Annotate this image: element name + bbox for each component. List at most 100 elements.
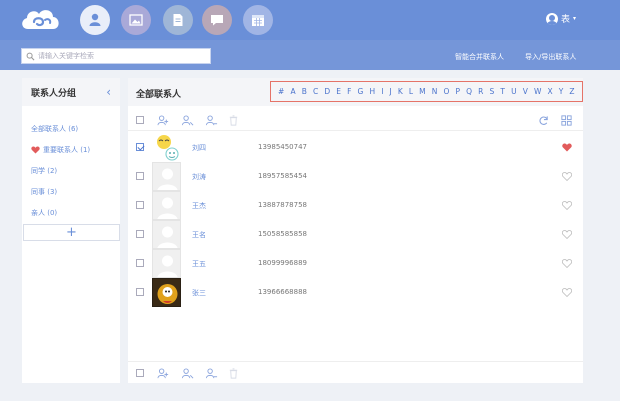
row-checkbox[interactable] [136,230,144,238]
calendar-icon [252,15,264,26]
group-item-classmates[interactable]: 同学 (2) [22,160,120,181]
collapse-sidebar-icon[interactable]: ‹ [106,85,111,99]
favorite-heart-icon[interactable] [562,143,572,152]
alphabet-letter-f[interactable]: F [347,87,351,96]
alphabet-letter-i[interactable]: I [381,87,383,96]
nav-calendar-button[interactable] [243,5,273,35]
user-move-icon [205,114,217,125]
alphabet-letter-e[interactable]: E [336,87,341,96]
default-avatar-icon [157,255,178,277]
alphabet-letter-t[interactable]: T [500,87,505,96]
contact-name[interactable]: 刘涛 [192,172,206,182]
alphabet-letter-u[interactable]: U [511,87,517,96]
edit-contact-button[interactable] [180,113,194,127]
group-item-important[interactable]: 重要联系人 (1) [22,139,120,160]
move-contact-button-bottom[interactable] [204,366,218,380]
alphabet-letter-m[interactable]: M [419,87,425,96]
alphabet-letter-l[interactable]: L [409,87,413,96]
alphabet-letter-d[interactable]: D [324,87,330,96]
contact-row[interactable]: 王五 18099996889 [128,249,583,278]
contacts-title: 全部联系人 [136,90,182,100]
favorite-heart-outline-icon[interactable] [562,201,572,210]
nav-documents-button[interactable] [163,5,193,35]
refresh-icon [538,115,548,125]
delete-contact-button[interactable] [226,113,240,127]
smart-merge-link[interactable]: 智能合并联系人 [455,52,504,62]
alphabet-letter-y[interactable]: Y [559,87,564,96]
contact-phone: 13887878758 [258,201,307,209]
row-checkbox[interactable] [136,259,144,267]
alphabet-letter-j[interactable]: J [390,87,392,96]
alphabet-letter-s[interactable]: S [490,87,495,96]
alphabet-letter-g[interactable]: G [358,87,364,96]
nav-contacts-button[interactable] [80,5,110,35]
favorite-heart-outline-icon[interactable] [562,230,572,239]
select-all-checkbox[interactable] [136,116,144,124]
group-label: 同事 (3) [31,187,58,196]
select-all-checkbox-bottom[interactable] [136,369,144,377]
contact-phone: 13966668888 [258,288,307,296]
avatar [152,278,181,307]
alphabet-letter-k[interactable]: K [398,87,403,96]
contact-row[interactable]: 刘四 13985450747 [128,133,583,162]
contact-phone: 18957585454 [258,172,307,180]
alphabet-letter-h[interactable]: H [369,87,375,96]
contact-row[interactable]: 王杰 13887878758 [128,191,583,220]
group-item-colleagues[interactable]: 同事 (3) [22,181,120,202]
grid-view-button[interactable] [559,113,573,127]
contacts-icon [89,13,101,26]
user-menu[interactable]: 表 ▾ [545,12,576,25]
import-export-link[interactable]: 导入/导出联系人 [525,52,576,62]
contact-name[interactable]: 王名 [192,230,206,240]
emoji-avatar-icon [157,135,179,161]
contact-groups-sidebar: 联系人分组 ‹ 全部联系人 (6) 重要联系人 (1) 同学 (2) 同事 (3… [22,78,120,383]
delete-contact-button-bottom[interactable] [226,366,240,380]
trash-icon [229,114,237,126]
contact-row[interactable]: 刘涛 18957585454 [128,162,583,191]
contact-name[interactable]: 王杰 [192,201,206,211]
refresh-button[interactable] [536,113,550,127]
move-contact-button[interactable] [204,113,218,127]
contact-phone: 15058585858 [258,230,307,238]
row-checkbox[interactable] [136,201,144,209]
add-user-icon [156,114,168,125]
favorite-heart-outline-icon[interactable] [562,172,572,181]
group-item-family[interactable]: 亲人 (0) [22,202,120,223]
contact-name[interactable]: 张三 [192,288,206,298]
nav-photos-button[interactable] [121,5,151,35]
contact-row[interactable]: 张三 13966668888 [128,278,583,307]
contact-name[interactable]: 刘四 [192,143,206,153]
alphabet-letter-q[interactable]: Q [466,87,472,96]
favorite-heart-outline-icon[interactable] [562,259,572,268]
sub-bar: 智能合并联系人 导入/导出联系人 [0,40,620,70]
add-group-button[interactable]: + [23,224,120,241]
alphabet-letter-r[interactable]: R [478,87,483,96]
default-avatar-icon [157,168,178,190]
edit-contact-button-bottom[interactable] [180,366,194,380]
search-box [21,48,211,64]
alphabet-letter-c[interactable]: C [313,87,318,96]
alphabet-letter-w[interactable]: W [534,87,541,96]
alphabet-filter: # A B C D E F G H I J K L M N O P Q R S T U V W X Y Z [270,81,583,102]
add-contact-button[interactable] [156,113,170,127]
chevron-down-icon: ▾ [572,15,576,22]
add-contact-button-bottom[interactable] [156,366,170,380]
alphabet-letter-x[interactable]: X [547,87,552,96]
group-item-all[interactable]: 全部联系人 (6) [22,118,120,139]
alphabet-letter-o[interactable]: O [444,87,450,96]
alphabet-letter-v[interactable]: V [523,87,528,96]
contact-row[interactable]: 王名 15058585858 [128,220,583,249]
search-input[interactable] [38,52,208,60]
row-checkbox[interactable] [136,288,144,296]
alphabet-letter-z[interactable]: Z [569,87,574,96]
alphabet-letter-b[interactable]: B [302,87,307,96]
nav-messages-button[interactable] [202,5,232,35]
alphabet-letter-p[interactable]: P [456,87,461,96]
row-checkbox[interactable] [136,172,144,180]
contact-name[interactable]: 王五 [192,259,206,269]
alphabet-letter-a[interactable]: A [290,87,295,96]
favorite-heart-outline-icon[interactable] [562,288,572,297]
alphabet-letter-n[interactable]: N [432,87,438,96]
alphabet-letter-hash[interactable]: # [278,87,284,96]
row-checkbox[interactable] [136,143,144,151]
